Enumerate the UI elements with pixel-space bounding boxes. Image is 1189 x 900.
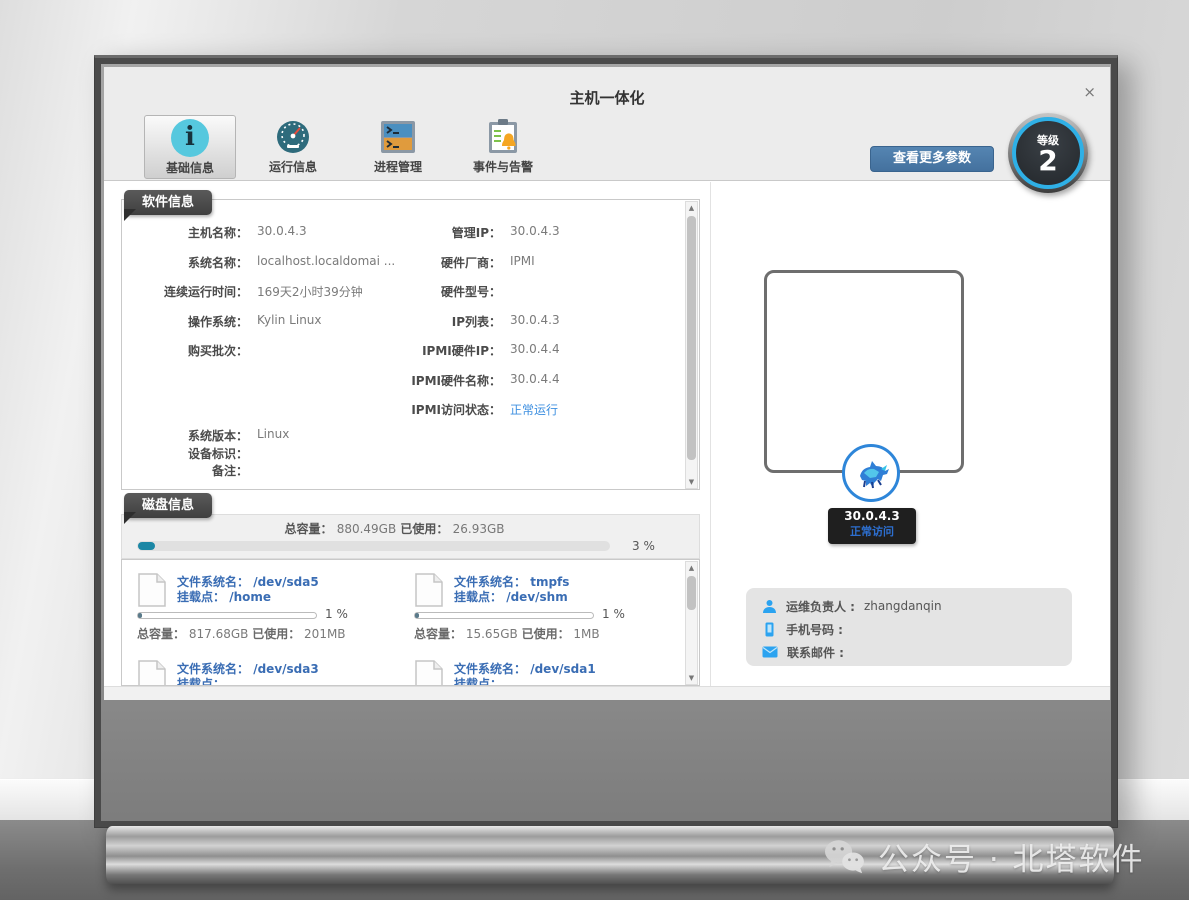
contact-value: zhangdanqin bbox=[864, 599, 942, 613]
field-label: 管理IP： bbox=[383, 224, 501, 241]
field-value: Linux bbox=[257, 427, 289, 441]
device-label-badge: 30.0.4.3 正常访问 bbox=[828, 508, 916, 544]
app-window: 主机一体化 × i 基础信息 运行信息 进程管理 bbox=[104, 67, 1110, 700]
terminal-icon bbox=[379, 118, 417, 156]
scroll-up-icon[interactable]: ▲ bbox=[686, 562, 697, 574]
field-label: 主机名称： bbox=[130, 224, 248, 241]
field-value: 30.0.4.3 bbox=[510, 313, 560, 327]
disk-entry-percent: 1 % bbox=[325, 607, 348, 621]
field-value: Kylin Linux bbox=[257, 313, 322, 327]
device-topology-box bbox=[764, 270, 964, 473]
watermark-text: 公众号 · 北塔软件 bbox=[878, 834, 1145, 879]
field-label: IP列表： bbox=[383, 313, 501, 330]
level-badge: 等级 2 bbox=[1008, 113, 1088, 193]
tab-label: 进程管理 bbox=[352, 158, 444, 175]
scene: 主机一体化 × i 基础信息 运行信息 进程管理 bbox=[0, 0, 1189, 900]
person-icon bbox=[762, 599, 777, 614]
file-icon bbox=[414, 572, 444, 608]
software-info-panel: 主机名称： 30.0.4.3 系统名称： localhost.localdomai … bbox=[121, 199, 700, 490]
scroll-up-icon[interactable]: ▲ bbox=[686, 202, 697, 214]
scrollbar-thumb[interactable] bbox=[687, 216, 696, 460]
tab-label: 事件与告警 bbox=[457, 158, 549, 175]
field-value: IPMI bbox=[510, 254, 535, 268]
device-ip: 30.0.4.3 bbox=[828, 508, 916, 525]
kiosk-monitor: 主机一体化 × i 基础信息 运行信息 进程管理 bbox=[94, 55, 1118, 828]
software-panel-scrollbar[interactable]: ▲ ▼ bbox=[685, 201, 698, 489]
field-label: 购买批次： bbox=[130, 342, 248, 359]
panel-divider bbox=[710, 182, 711, 700]
info-icon: i bbox=[171, 119, 209, 157]
window-title: 主机一体化 bbox=[104, 87, 1110, 108]
disk-entry-percent: 1 % bbox=[602, 607, 625, 621]
tab-events-alarms[interactable]: 事件与告警 bbox=[457, 115, 549, 179]
device-status: 正常访问 bbox=[828, 525, 916, 539]
file-icon bbox=[137, 572, 167, 608]
field-label: 系统名称： bbox=[130, 254, 248, 271]
file-icon bbox=[414, 659, 444, 686]
field-label: 操作系统： bbox=[130, 313, 248, 330]
disk-list: 文件系统名： /dev/sda5 挂载点： /home 1 % 总容量： 817… bbox=[121, 559, 700, 686]
contact-label: 联系邮件 : bbox=[787, 644, 844, 661]
field-label: 设备标识： bbox=[130, 445, 248, 462]
view-more-params-button[interactable]: 查看更多参数 bbox=[870, 146, 994, 172]
disk-entry-progressbar bbox=[137, 612, 317, 619]
tab-label: 运行信息 bbox=[247, 158, 339, 175]
disk-summary-text: 总容量： 880.49GB 已使用： 26.93GB bbox=[122, 520, 667, 537]
window-footer-strip bbox=[104, 686, 1110, 700]
disk-entry-progressbar bbox=[414, 612, 594, 619]
software-info-section-badge: 软件信息 bbox=[124, 190, 212, 215]
field-label: IPMI硬件IP： bbox=[383, 342, 501, 359]
field-label: 硬件厂商： bbox=[383, 254, 501, 271]
field-label: 连续运行时间： bbox=[130, 283, 248, 300]
progress-fill bbox=[138, 542, 155, 550]
close-icon[interactable]: × bbox=[1083, 85, 1096, 100]
level-value: 2 bbox=[1016, 148, 1080, 174]
field-value: 30.0.4.4 bbox=[510, 342, 560, 356]
scroll-down-icon[interactable]: ▼ bbox=[686, 476, 697, 488]
field-value: 169天2小时39分钟 bbox=[257, 283, 363, 300]
ipmi-status-value: 正常运行 bbox=[510, 401, 558, 418]
disk-total-progressbar bbox=[137, 541, 610, 551]
field-label: 硬件型号： bbox=[383, 283, 501, 300]
scrollbar-thumb[interactable] bbox=[687, 576, 696, 610]
scroll-down-icon[interactable]: ▼ bbox=[686, 672, 697, 684]
tab-basic-info[interactable]: i 基础信息 bbox=[144, 115, 236, 179]
field-value: 30.0.4.4 bbox=[510, 372, 560, 386]
field-value: 30.0.4.3 bbox=[257, 224, 307, 238]
field-value: 30.0.4.3 bbox=[510, 224, 560, 238]
tab-running-info[interactable]: 运行信息 bbox=[247, 115, 339, 179]
clipboard-alarm-icon bbox=[484, 118, 522, 156]
phone-icon bbox=[762, 622, 777, 637]
tab-process-management[interactable]: 进程管理 bbox=[352, 115, 444, 179]
field-value: localhost.localdomai ... bbox=[257, 254, 395, 268]
field-label: IPMI访问状态： bbox=[383, 401, 501, 418]
mail-icon bbox=[762, 646, 778, 658]
gauge-icon bbox=[274, 118, 312, 156]
field-label: 备注： bbox=[130, 462, 248, 479]
disk-summary: 总容量： 880.49GB 已使用： 26.93GB 3 % bbox=[121, 514, 700, 559]
watermark: 公众号 · 北塔软件 bbox=[822, 834, 1145, 879]
contact-label: 运维负责人 : bbox=[786, 598, 855, 615]
file-icon bbox=[137, 659, 167, 686]
disk-info-section-badge: 磁盘信息 bbox=[124, 493, 212, 518]
tab-label: 基础信息 bbox=[145, 159, 235, 176]
contact-box: 运维负责人 : zhangdanqin 手机号码 : 联系邮件 : bbox=[746, 588, 1072, 666]
wechat-icon bbox=[822, 838, 866, 876]
field-label: 系统版本： bbox=[130, 427, 248, 444]
disk-list-scrollbar[interactable]: ▲ ▼ bbox=[685, 561, 698, 685]
contact-label: 手机号码 : bbox=[786, 621, 843, 638]
kylin-host-icon[interactable] bbox=[842, 444, 900, 502]
disk-total-percent: 3 % bbox=[632, 539, 655, 553]
field-label: IPMI硬件名称： bbox=[383, 372, 501, 389]
